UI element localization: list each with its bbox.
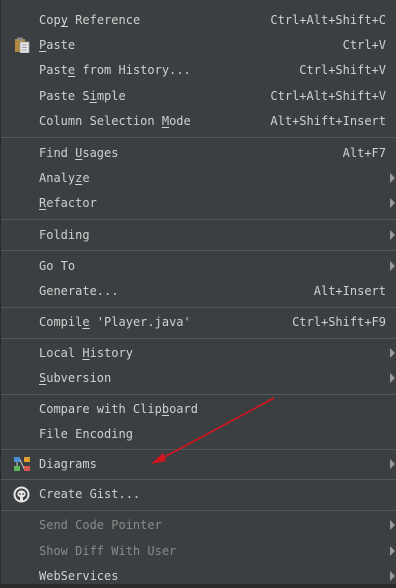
menu-item-label: Send Code Pointer <box>39 518 162 532</box>
menu-separator <box>1 307 396 308</box>
menu-item-analyze[interactable]: Analyze <box>1 166 396 190</box>
menu-separator <box>1 137 396 138</box>
menu-item-webservices[interactable]: WebServices <box>1 564 396 588</box>
menu-item-create-gist[interactable]: Create Gist... <box>1 482 396 506</box>
shortcut-label: Ctrl+Shift+F9 <box>292 315 386 329</box>
chevron-right-icon <box>390 173 395 183</box>
menu-item-send-code-pointer[interactable]: Send Code Pointer <box>1 513 396 537</box>
chevron-right-icon <box>390 373 395 383</box>
shortcut-label: Ctrl+V <box>342 38 386 52</box>
menu-item-paste[interactable]: Paste Ctrl+V <box>1 33 396 57</box>
menu-item-label: WebServices <box>39 569 119 583</box>
menu-item-go-to[interactable]: Go To <box>1 254 396 278</box>
menu-item-paste-from-history[interactable]: Paste from History... Ctrl+Shift+V <box>1 58 396 82</box>
menu-item-show-diff-with-user[interactable]: Show Diff With User <box>1 539 396 563</box>
chevron-right-icon <box>390 520 395 530</box>
chevron-right-icon <box>390 546 395 556</box>
shortcut-label: Alt+Insert <box>313 284 386 298</box>
menu-separator <box>1 219 396 220</box>
menu-item-refactor[interactable]: Refactor <box>1 191 396 215</box>
chevron-right-icon <box>390 571 395 581</box>
menu-item-copy-reference[interactable]: Copy Reference Ctrl+Alt+Shift+C <box>1 8 396 32</box>
menu-item-label: Local History <box>39 346 133 360</box>
menu-item-find-usages[interactable]: Find Usages Alt+F7 <box>1 141 396 165</box>
menu-separator <box>1 510 396 511</box>
shortcut-label: Ctrl+Alt+Shift+C <box>270 13 386 27</box>
menu-item-compare-with-clipboard[interactable]: Compare with Clipboard <box>1 397 396 421</box>
menu-item-label: Diagrams <box>39 457 97 471</box>
shortcut-label: Alt+F7 <box>342 146 386 160</box>
menu-item-label: Refactor <box>39 196 97 210</box>
menu-item-label: Analyze <box>39 171 90 185</box>
shortcut-label: Ctrl+Alt+Shift+V <box>270 89 386 103</box>
menu-item-folding[interactable]: Folding <box>1 223 396 247</box>
menu-separator <box>1 250 396 251</box>
menu-item-compile[interactable]: Compile 'Player.java' Ctrl+Shift+F9 <box>1 310 396 334</box>
menu-item-label: Folding <box>39 228 90 242</box>
chevron-right-icon <box>390 230 395 240</box>
menu-separator <box>1 449 396 450</box>
menu-item-subversion[interactable]: Subversion <box>1 366 396 390</box>
github-octocat-icon <box>13 486 30 503</box>
diagram-icon <box>14 457 30 471</box>
chevron-right-icon <box>390 348 395 358</box>
menu-item-label: Subversion <box>39 371 112 385</box>
menu-separator <box>1 394 396 395</box>
menu-item-column-selection-mode[interactable]: Column Selection Mode Alt+Shift+Insert <box>1 109 396 133</box>
menu-item-paste-simple[interactable]: Paste Simple Ctrl+Alt+Shift+V <box>1 84 396 108</box>
shortcut-label: Alt+Shift+Insert <box>270 114 386 128</box>
menu-item-label: Go To <box>39 259 76 273</box>
menu-item-label: Create Gist... <box>39 487 141 501</box>
menu-item-label: File Encoding <box>39 427 133 441</box>
menu-item-generate[interactable]: Generate... Alt+Insert <box>1 279 396 303</box>
editor-context-menu: Copy Reference Ctrl+Alt+Shift+C Paste Ct… <box>0 0 396 584</box>
chevron-right-icon <box>390 459 395 469</box>
menu-item-label: Compare with Clipboard <box>39 402 198 416</box>
shortcut-label: Ctrl+Shift+V <box>299 63 386 77</box>
menu-item-file-encoding[interactable]: File Encoding <box>1 422 396 446</box>
menu-separator <box>1 479 396 480</box>
menu-item-label: Show Diff With User <box>39 544 177 558</box>
chevron-right-icon <box>390 261 395 271</box>
paste-icon <box>15 37 30 53</box>
menu-item-local-history[interactable]: Local History <box>1 341 396 365</box>
menu-separator <box>1 338 396 339</box>
menu-item-diagrams[interactable]: Diagrams <box>1 452 396 476</box>
chevron-right-icon <box>390 198 395 208</box>
